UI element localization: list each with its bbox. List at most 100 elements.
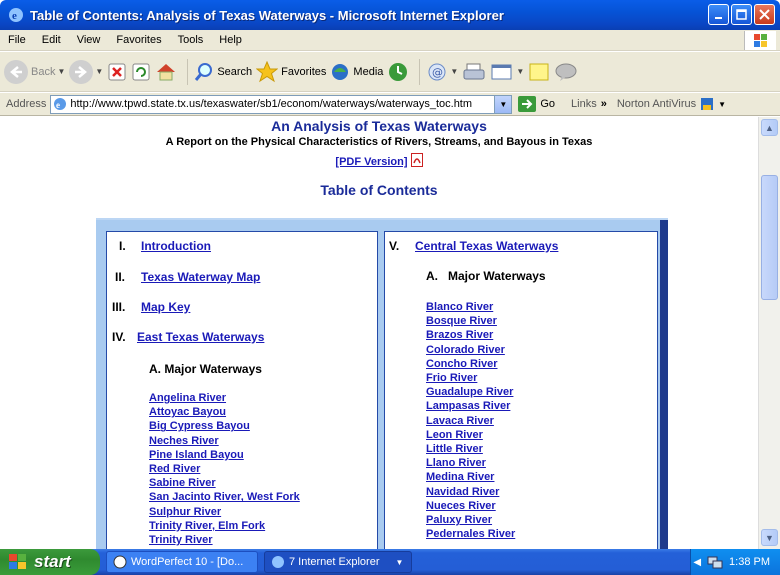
river-link[interactable]: Lampasas River (426, 399, 515, 413)
ie-icon: e (9, 8, 23, 22)
windows-flag-icon (744, 31, 776, 50)
maximize-button[interactable] (731, 4, 752, 25)
pdf-icon[interactable] (410, 153, 423, 167)
river-link[interactable]: Guadalupe River (426, 385, 515, 399)
menu-file[interactable]: File (0, 34, 34, 46)
page-title: An Analysis of Texas Waterways (271, 118, 487, 134)
media-button[interactable]: Media (330, 62, 383, 82)
forward-button[interactable]: ▼ (69, 59, 103, 84)
address-label: Address (6, 98, 47, 110)
mail-button[interactable]: @ ▼ (426, 62, 458, 82)
tray-arrow-icon[interactable]: ◀ (693, 557, 701, 568)
river-link[interactable]: Paluxy River (426, 513, 515, 527)
river-link[interactable]: Llano River (426, 456, 515, 470)
norton-antivirus[interactable]: Norton AntiVirus (617, 98, 696, 110)
address-dropdown-icon[interactable]: ▼ (494, 95, 512, 113)
stop-button[interactable] (107, 62, 127, 82)
toc-item-east-texas: IV. East Texas Waterways (112, 330, 265, 344)
toc-item-central-texas: V. Central Texas Waterways (389, 239, 559, 253)
start-button[interactable]: start (0, 549, 100, 575)
toc-heading: Table of Contents (320, 182, 438, 198)
river-link[interactable]: Colorado River (426, 343, 515, 357)
river-link[interactable]: Bosque River (426, 314, 515, 328)
river-link[interactable]: Neches River (149, 434, 300, 448)
river-link[interactable]: Red River (149, 462, 300, 476)
menu-favorites[interactable]: Favorites (108, 34, 169, 46)
favorites-button[interactable]: Favorites (256, 60, 326, 83)
notes-icon (529, 63, 549, 80)
menu-bar: File Edit View Favorites Tools Help (0, 30, 780, 51)
river-link[interactable]: Nueces River (426, 499, 515, 513)
river-link[interactable]: Concho River (426, 357, 515, 371)
pdf-version-link[interactable]: [PDF Version] (335, 156, 407, 168)
taskbar-wordperfect[interactable]: WordPerfect 10 - [Do... (106, 551, 258, 573)
messenger-button[interactable] (554, 62, 578, 82)
menu-help[interactable]: Help (211, 34, 250, 46)
river-link[interactable]: Brazos River (426, 328, 515, 342)
close-button[interactable] (754, 4, 775, 25)
chevron-icon[interactable]: » (601, 98, 607, 110)
print-button[interactable] (462, 62, 486, 82)
river-link[interactable]: Frio River (426, 371, 515, 385)
network-icon[interactable] (707, 555, 723, 569)
menu-view[interactable]: View (69, 34, 109, 46)
river-link[interactable]: Big Cypress Bayou (149, 419, 300, 433)
river-link[interactable]: Trinity River (149, 533, 300, 547)
river-link[interactable]: Pine Island Bayou (149, 448, 300, 462)
river-link[interactable]: Navidad River (426, 485, 515, 499)
scroll-down-icon[interactable]: ▼ (761, 529, 778, 546)
go-button[interactable]: Go (518, 96, 555, 112)
river-link[interactable]: Sabine River (149, 476, 300, 490)
menu-tools[interactable]: Tools (170, 34, 212, 46)
printer-icon (463, 63, 485, 79)
search-button[interactable]: Search (194, 62, 252, 82)
river-link[interactable]: Attoyac Bayou (149, 405, 300, 419)
back-button[interactable]: Back ▼ (4, 59, 65, 84)
go-arrow-icon (518, 96, 537, 112)
home-button[interactable] (155, 62, 177, 82)
toc-frame: I. Introduction II. Texas Waterway Map III… (96, 218, 668, 549)
toc-item-introduction: I. Introduction (119, 239, 211, 253)
central-major-waterways-heading: A. Major Waterways (426, 269, 546, 283)
ie-group-icon (272, 556, 284, 568)
windows-logo-icon (9, 554, 26, 569)
river-link[interactable]: Trinity River, Elm Fork (149, 519, 300, 533)
east-rivers-list: Angelina River Attoyac Bayou Big Cypress B… (149, 391, 300, 547)
window-title: Table of Contents: Analysis of Texas Wat… (30, 7, 504, 23)
edit-button[interactable]: ▼ (490, 62, 524, 82)
page-subtitle: A Report on the Physical Characteristics… (165, 136, 593, 148)
toc-right-panel: V. Central Texas Waterways A. Major Water… (384, 231, 658, 549)
river-link[interactable]: Sulphur River (149, 505, 300, 519)
norton-dropdown-icon[interactable]: ▼ (718, 100, 726, 109)
links-toolbar[interactable]: Links » (571, 98, 607, 110)
river-link[interactable]: Medina River (426, 470, 515, 484)
svg-text:@: @ (432, 66, 443, 79)
toc-item-map-key: III. Map Key (112, 300, 191, 314)
toc-left-panel: I. Introduction II. Texas Waterway Map III… (106, 231, 378, 549)
river-link[interactable]: Lavaca River (426, 414, 515, 428)
vertical-scrollbar[interactable]: ▲ ▼ (758, 117, 780, 549)
clock: 1:38 PM (729, 556, 770, 568)
river-link[interactable]: Blanco River (426, 300, 515, 314)
river-link[interactable]: Angelina River (149, 391, 300, 405)
river-link[interactable]: San Jacinto River, West Fork (149, 490, 300, 504)
menu-edit[interactable]: Edit (34, 34, 69, 46)
river-link[interactable]: Little River (426, 442, 515, 456)
scroll-thumb[interactable] (761, 175, 778, 300)
river-link[interactable]: Leon River (426, 428, 515, 442)
history-button[interactable] (387, 61, 409, 83)
forward-dropdown-icon[interactable]: ▼ (95, 67, 103, 76)
close-icon (759, 9, 770, 20)
discuss-button[interactable] (528, 62, 550, 82)
page-content: An Analysis of Texas Waterways A Report … (0, 117, 758, 549)
minimize-button[interactable] (708, 4, 729, 25)
refresh-icon (132, 63, 150, 80)
scroll-up-icon[interactable]: ▲ (761, 119, 778, 136)
back-dropdown-icon[interactable]: ▼ (57, 67, 65, 76)
norton-icon[interactable] (700, 97, 714, 111)
taskbar-internet-explorer[interactable]: 7 Internet Explorer ▼ (264, 551, 412, 573)
river-link[interactable]: Pedernales River (426, 527, 515, 541)
group-dropdown-icon[interactable]: ▼ (396, 558, 404, 567)
refresh-button[interactable] (131, 62, 151, 82)
address-input[interactable]: e http://www.tpwd.state.tx.us/texaswater… (50, 94, 513, 114)
